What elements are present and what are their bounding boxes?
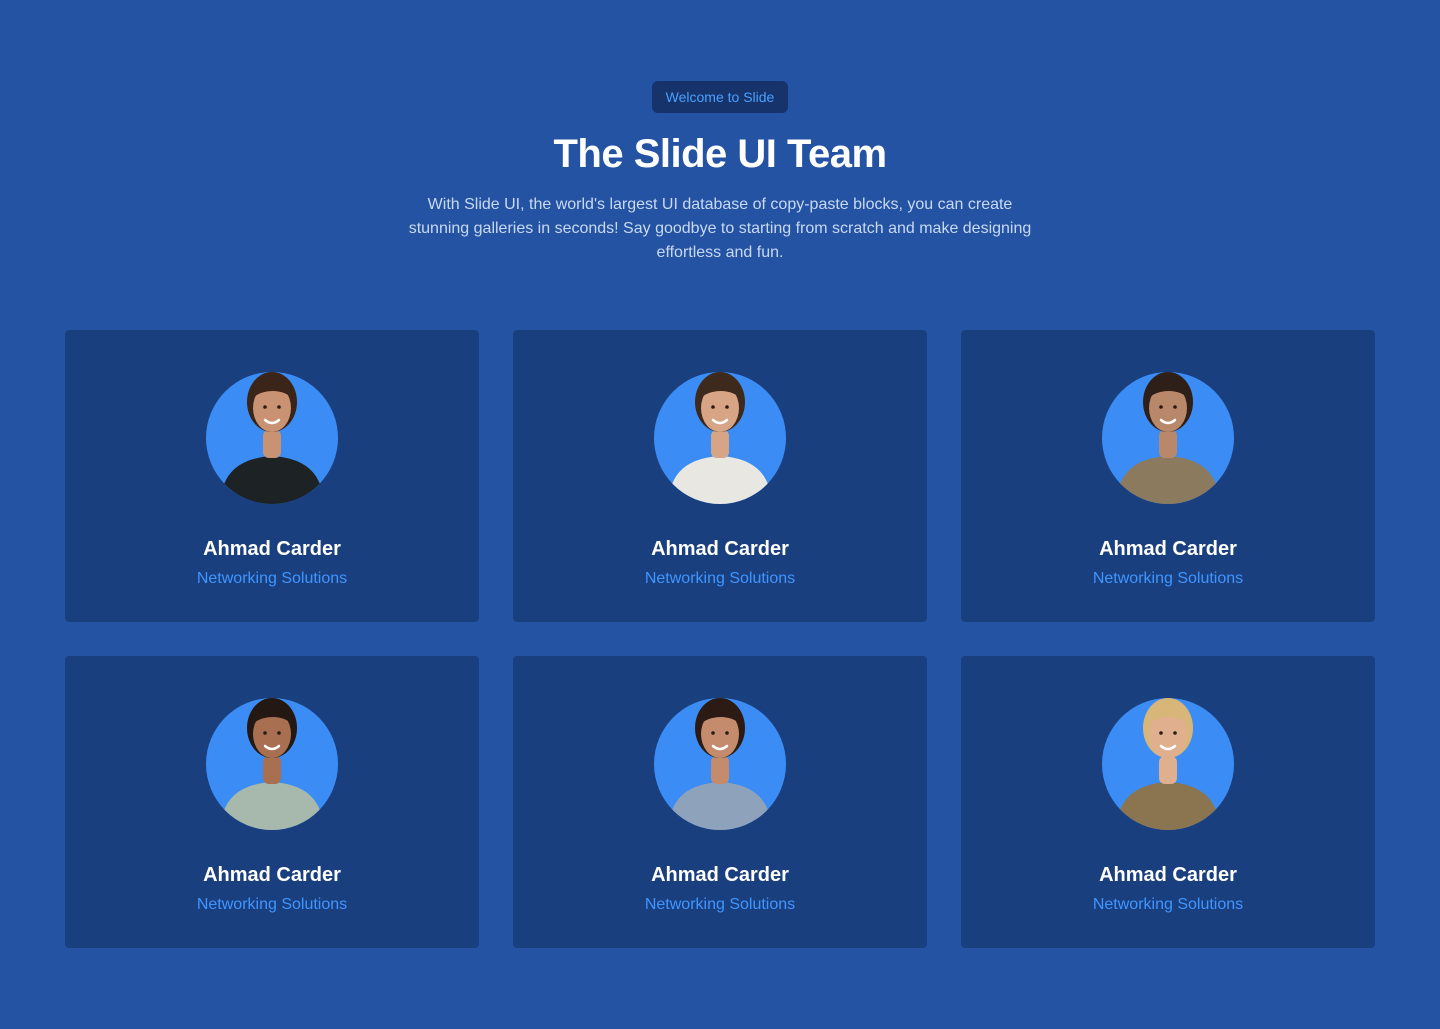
member-role: Networking Solutions [644, 570, 796, 587]
neck-shape [1159, 430, 1177, 458]
torso-shape [220, 782, 324, 830]
avatar [1102, 360, 1234, 504]
eye-shape [1159, 731, 1163, 735]
team-card: Ahmad Carder Networking Solutions [513, 656, 927, 948]
eye-shape [725, 731, 729, 735]
team-card: Ahmad Carder Networking Solutions [513, 330, 927, 622]
neck-shape [263, 430, 281, 458]
avatar [206, 360, 338, 504]
eye-shape [277, 731, 281, 735]
eye-shape [277, 405, 281, 409]
member-name: Ahmad Carder [203, 538, 341, 560]
avatar [654, 360, 786, 504]
eye-shape [1159, 405, 1163, 409]
member-role: Networking Solutions [1092, 896, 1244, 913]
person-portrait-icon [668, 372, 772, 504]
welcome-badge: Welcome to Slide [652, 81, 788, 113]
person-portrait-icon [1116, 698, 1220, 830]
team-card: Ahmad Carder Networking Solutions [65, 656, 479, 948]
neck-shape [1159, 756, 1177, 784]
eye-shape [263, 405, 267, 409]
avatar [206, 686, 338, 830]
neck-shape [711, 756, 729, 784]
portrait-group [1116, 698, 1220, 830]
member-name: Ahmad Carder [203, 864, 341, 886]
portrait-group [668, 698, 772, 830]
avatar [654, 686, 786, 830]
eye-shape [1173, 731, 1177, 735]
eye-shape [725, 405, 729, 409]
member-role: Networking Solutions [196, 570, 348, 587]
person-portrait-icon [220, 372, 324, 504]
eye-shape [711, 731, 715, 735]
avatar [1102, 686, 1234, 830]
torso-shape [220, 456, 324, 504]
torso-shape [1116, 782, 1220, 830]
member-name: Ahmad Carder [651, 538, 789, 560]
eye-shape [263, 731, 267, 735]
team-card: Ahmad Carder Networking Solutions [65, 330, 479, 622]
team-card: Ahmad Carder Networking Solutions [961, 330, 1375, 622]
member-name: Ahmad Carder [1099, 538, 1237, 560]
page-subtitle: With Slide UI, the world's largest UI da… [408, 196, 1032, 261]
portrait-group [668, 372, 772, 504]
neck-shape [711, 430, 729, 458]
neck-shape [263, 756, 281, 784]
person-portrait-icon [668, 698, 772, 830]
member-role: Networking Solutions [1092, 570, 1244, 587]
member-role: Networking Solutions [196, 896, 348, 913]
member-name: Ahmad Carder [651, 864, 789, 886]
eye-shape [1173, 405, 1177, 409]
person-portrait-icon [1116, 372, 1220, 504]
portrait-group [1116, 372, 1220, 504]
torso-shape [668, 456, 772, 504]
page-title: The Slide UI Team [553, 132, 887, 176]
torso-shape [668, 782, 772, 830]
portrait-group [220, 372, 324, 504]
member-role: Networking Solutions [644, 896, 796, 913]
person-portrait-icon [220, 698, 324, 830]
member-name: Ahmad Carder [1099, 864, 1237, 886]
team-card: Ahmad Carder Networking Solutions [961, 656, 1375, 948]
torso-shape [1116, 456, 1220, 504]
eye-shape [711, 405, 715, 409]
team-grid: Ahmad Carder Networking Solutions Ahmad … [65, 330, 1375, 948]
portrait-group [220, 698, 324, 830]
